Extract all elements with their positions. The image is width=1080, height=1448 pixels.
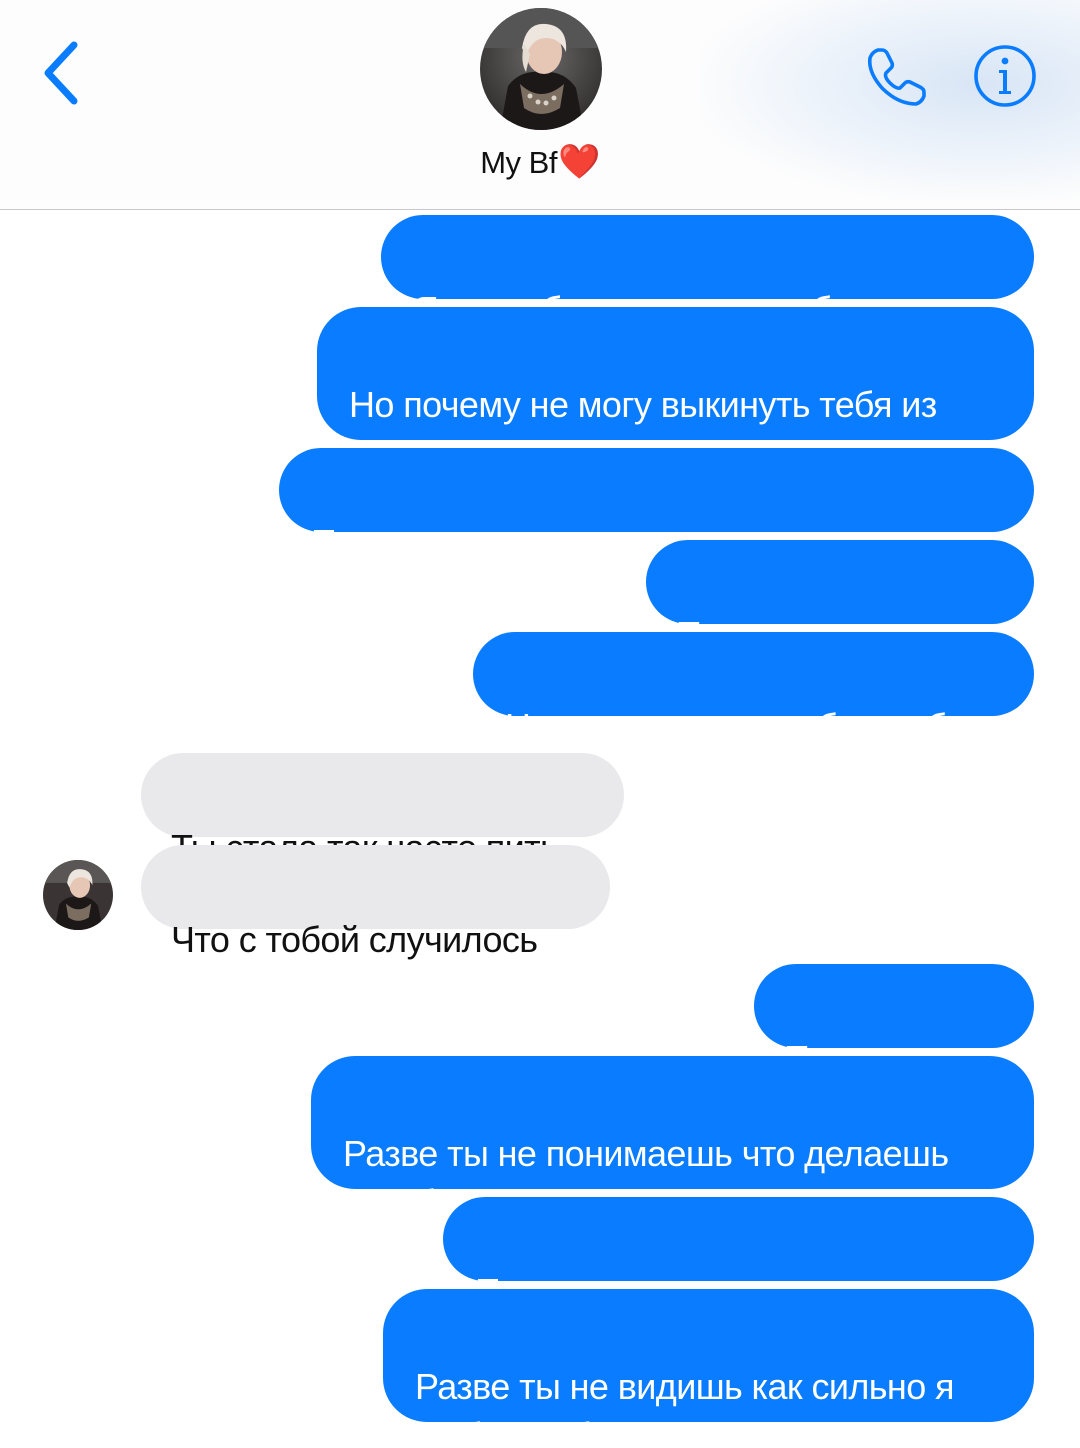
contact-name[interactable]: My Bf❤️ [0,142,1080,182]
chat-header: My Bf❤️ [0,0,1080,210]
contact-avatar[interactable] [480,8,602,130]
outgoing-message[interactable]: Разве ты не понимаешь что делаешь мне бо… [311,1056,1034,1223]
outgoing-message[interactable]: Ты так надоел мне [646,540,1034,655]
message-text: Но я так сильно люблю тебя [505,706,965,747]
incoming-message[interactable]: Что с тобой случилось [141,845,610,960]
contact-name-text: My Bf [480,145,557,180]
info-button[interactable] [972,43,1038,109]
heart-emoji: ❤️ [557,143,600,181]
contact-small-avatar[interactable] [43,860,113,930]
message-text: Разве ты не видишь как сильно я люблю те… [415,1366,955,1448]
avatar-photo [480,8,602,130]
avatar-photo [43,860,113,930]
back-button[interactable] [34,38,86,108]
incoming-message[interactable]: Ты стала так часто пить [141,753,624,868]
call-button[interactable] [862,42,932,112]
outgoing-message[interactable]: Но почему не могу выкинуть тебя из голов… [317,307,1034,474]
chevron-left-icon [44,41,78,105]
outgoing-message[interactable]: Но я так сильно люблю тебя [473,632,1034,747]
info-icon [974,45,1036,107]
message-text: Что с тобой случилось [171,919,538,960]
outgoing-message[interactable]: Почему ты так жесток ко мне [443,1197,1034,1312]
outgoing-message[interactable]: Ты случился [754,964,1034,1079]
outgoing-message[interactable]: Почему все о чем я могу думать это ты [279,448,1034,563]
chat-screen: My Bf❤️ Я так тебя не навижу любовь моя … [0,0,1080,1448]
outgoing-message[interactable]: Я так тебя не навижу любовь моя [381,215,1034,330]
phone-icon [867,48,926,106]
outgoing-message[interactable]: Разве ты не видишь как сильно я люблю те… [383,1289,1034,1448]
